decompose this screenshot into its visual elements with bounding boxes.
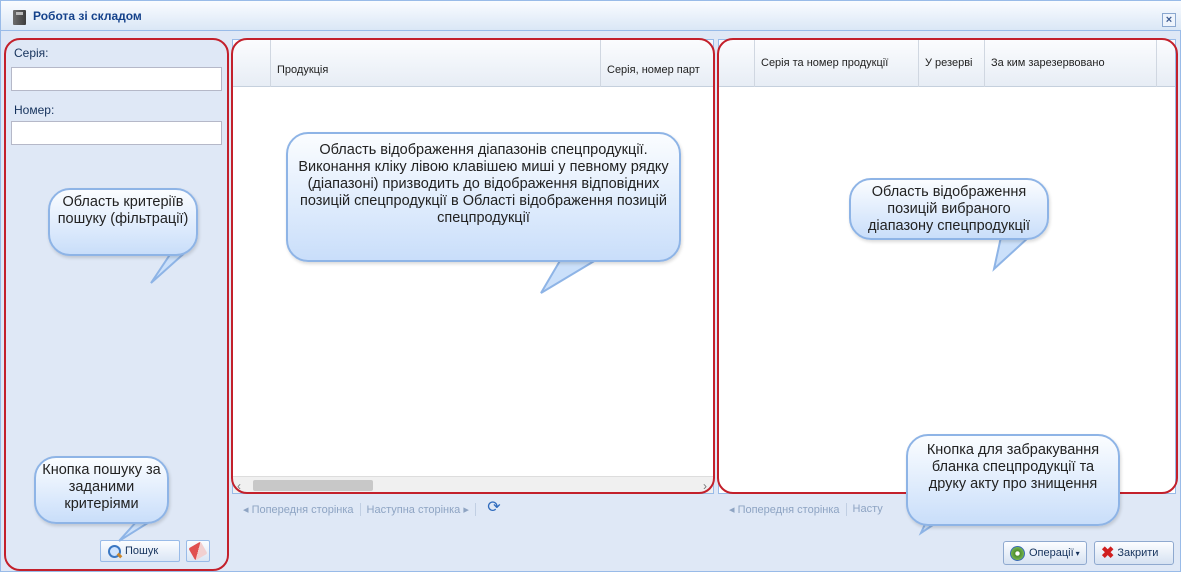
- warehouse-window: Робота зі складом × Серія: Номер: Пошук …: [0, 0, 1181, 572]
- positions-area-callout: Область відображення позицій вибраного д…: [849, 178, 1049, 240]
- ranges-callout-tail: [540, 256, 602, 294]
- ranges-area-callout: Область відображення діапазонів спецпрод…: [286, 132, 681, 262]
- positions-callout-tail: [992, 236, 1032, 272]
- operations-button-callout: Кнопка для забракування бланка спецпроду…: [906, 434, 1120, 526]
- search-callout-tail: [118, 520, 155, 542]
- filter-area-callout: Область критеріїв пошуку (фільтрації): [48, 188, 198, 256]
- search-button-callout: Кнопка пошуку за заданими критеріями: [34, 456, 169, 524]
